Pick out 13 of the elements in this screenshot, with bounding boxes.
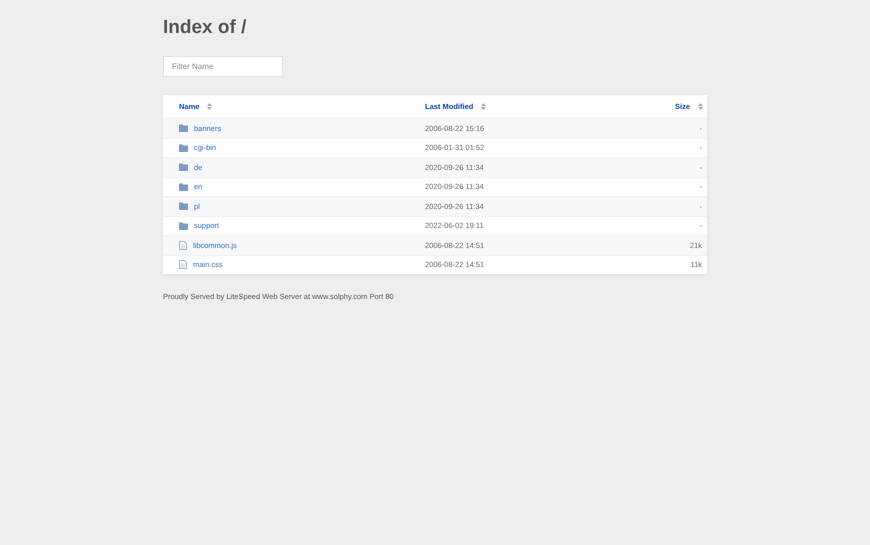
folder-icon [179, 163, 188, 172]
folder-icon [179, 202, 188, 210]
document-icon [179, 240, 187, 250]
filter-field[interactable]: Filter Name [163, 56, 283, 77]
page-title: Index of / [163, 17, 248, 39]
sort-icon[interactable] [207, 103, 212, 110]
document-icon [179, 260, 187, 270]
sort-icon[interactable] [481, 103, 486, 110]
folder-icon [179, 182, 188, 191]
folder-icon [179, 222, 188, 230]
folder-icon [179, 124, 188, 132]
folder-icon [179, 144, 188, 152]
sort-icon[interactable] [698, 103, 703, 110]
